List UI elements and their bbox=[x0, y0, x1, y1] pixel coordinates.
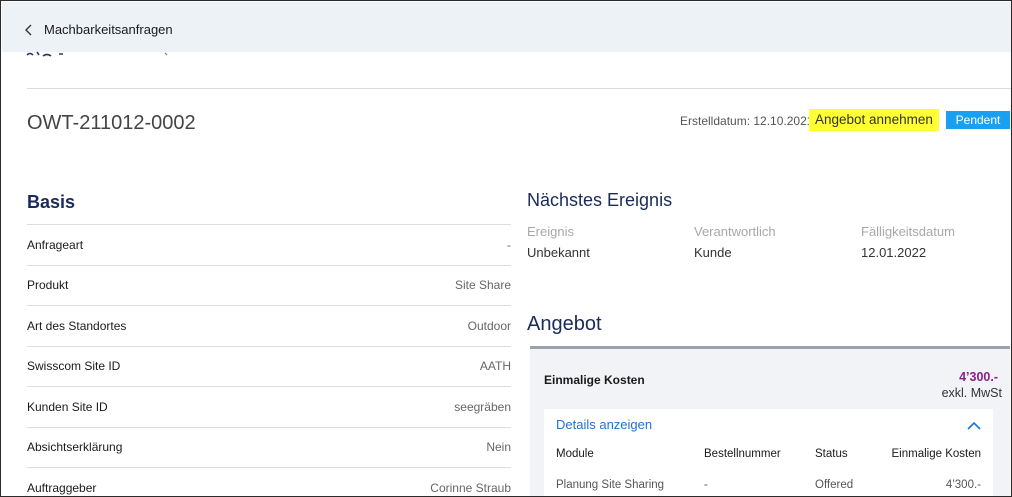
table-cell-cost: 4’300.- bbox=[945, 479, 981, 491]
created-date-value: 12.10.2021 bbox=[753, 114, 814, 128]
chevron-up-icon[interactable] bbox=[967, 421, 981, 430]
basis-row-label: Absichtserklärung bbox=[27, 440, 123, 455]
status-badge: Pendent bbox=[946, 111, 1010, 129]
basis-row-label: Swisscom Site ID bbox=[27, 359, 121, 374]
next-event-header: Fälligkeitsdatum bbox=[861, 224, 955, 239]
basis-row-value: - bbox=[507, 237, 511, 252]
basis-row-value: Outdoor bbox=[467, 318, 511, 333]
one-time-costs-label: Einmalige Kosten bbox=[544, 373, 645, 387]
details-card: Details anzeigen Module Bestellnummer St… bbox=[544, 409, 993, 496]
basis-list: Anfrageart - Produkt Site Share Art des St… bbox=[27, 224, 511, 496]
basis-row-label: Anfrageart bbox=[27, 237, 84, 252]
created-date-label: Erstelldatum: bbox=[680, 114, 754, 128]
created-date: Erstelldatum: 12.10.2021 bbox=[680, 114, 813, 128]
basis-row: Art des Standortes Outdoor bbox=[27, 305, 511, 346]
next-event-value: Kunde bbox=[694, 245, 732, 260]
basis-row: Kunden Site ID seegräben bbox=[27, 386, 511, 427]
table-cell-module: Planung Site Sharing bbox=[556, 479, 665, 491]
basis-row: Auftraggeber Corinne Straub bbox=[27, 467, 511, 496]
offer-panel: Einmalige Kosten 4’300.- exkl. MwSt Deta… bbox=[530, 346, 1010, 496]
basis-row-value: Nein bbox=[486, 440, 511, 455]
accept-offer-button[interactable]: Angebot annehmen bbox=[809, 109, 939, 131]
vat-note: exkl. MwSt bbox=[941, 386, 1002, 400]
page-title: OWT-211012-0002 bbox=[27, 112, 196, 134]
basis-row: Swisscom Site ID AATH bbox=[27, 345, 511, 387]
next-event-column: Verantwortlich Kunde bbox=[694, 224, 776, 260]
basis-row-label: Kunden Site ID bbox=[27, 399, 108, 414]
basis-row: Absichtserklärung Nein bbox=[27, 426, 511, 468]
next-event-value: Unbekannt bbox=[527, 245, 590, 260]
top-bar: Machbarkeitsanfragen bbox=[2, 2, 1011, 52]
table-cell-order-number: - bbox=[704, 479, 708, 491]
basis-row-value: seegräben bbox=[454, 399, 511, 414]
table-header-one-time-costs: Einmalige Kosten bbox=[891, 448, 982, 460]
basis-row-value: AATH bbox=[479, 359, 511, 374]
divider bbox=[27, 88, 1011, 89]
next-event-value: 12.01.2022 bbox=[861, 245, 927, 260]
chevron-left-icon bbox=[25, 24, 32, 35]
basis-row-label: Auftraggeber bbox=[27, 480, 97, 495]
basis-row-value: Corinne Straub bbox=[430, 480, 511, 495]
back-link-label: Machbarkeitsanfragen bbox=[44, 22, 173, 37]
offer-title: Angebot bbox=[527, 313, 602, 335]
next-event-column: Ereignis Unbekannt bbox=[527, 224, 590, 260]
one-time-costs-amount: 4’300.- bbox=[959, 370, 998, 384]
table-header-module: Module bbox=[556, 448, 594, 460]
table-cell-status: Offered bbox=[815, 479, 854, 491]
table-header-order-number: Bestellnummer bbox=[704, 448, 781, 460]
details-toggle-link[interactable]: Details anzeigen bbox=[556, 417, 652, 432]
basis-row-label: Art des Standortes bbox=[27, 318, 127, 333]
basis-title: Basis bbox=[27, 192, 76, 212]
back-link[interactable]: Machbarkeitsanfragen bbox=[24, 22, 173, 37]
next-event-column: Fälligkeitsdatum 12.01.2022 bbox=[861, 224, 955, 260]
next-event-title: Nächstes Ereignis bbox=[527, 190, 673, 210]
logo bbox=[26, 51, 168, 57]
page: Machbarkeitsanfragen OWT-211012-0002 Ers… bbox=[0, 0, 1012, 497]
basis-row: Anfrageart - bbox=[27, 224, 511, 265]
next-event-header: Ereignis bbox=[527, 224, 574, 239]
table-header-status: Status bbox=[815, 448, 848, 460]
basis-row: Produkt Site Share bbox=[27, 264, 511, 306]
next-event-header: Verantwortlich bbox=[694, 224, 776, 239]
basis-row-value: Site Share bbox=[454, 278, 511, 293]
basis-row-label: Produkt bbox=[27, 278, 69, 293]
